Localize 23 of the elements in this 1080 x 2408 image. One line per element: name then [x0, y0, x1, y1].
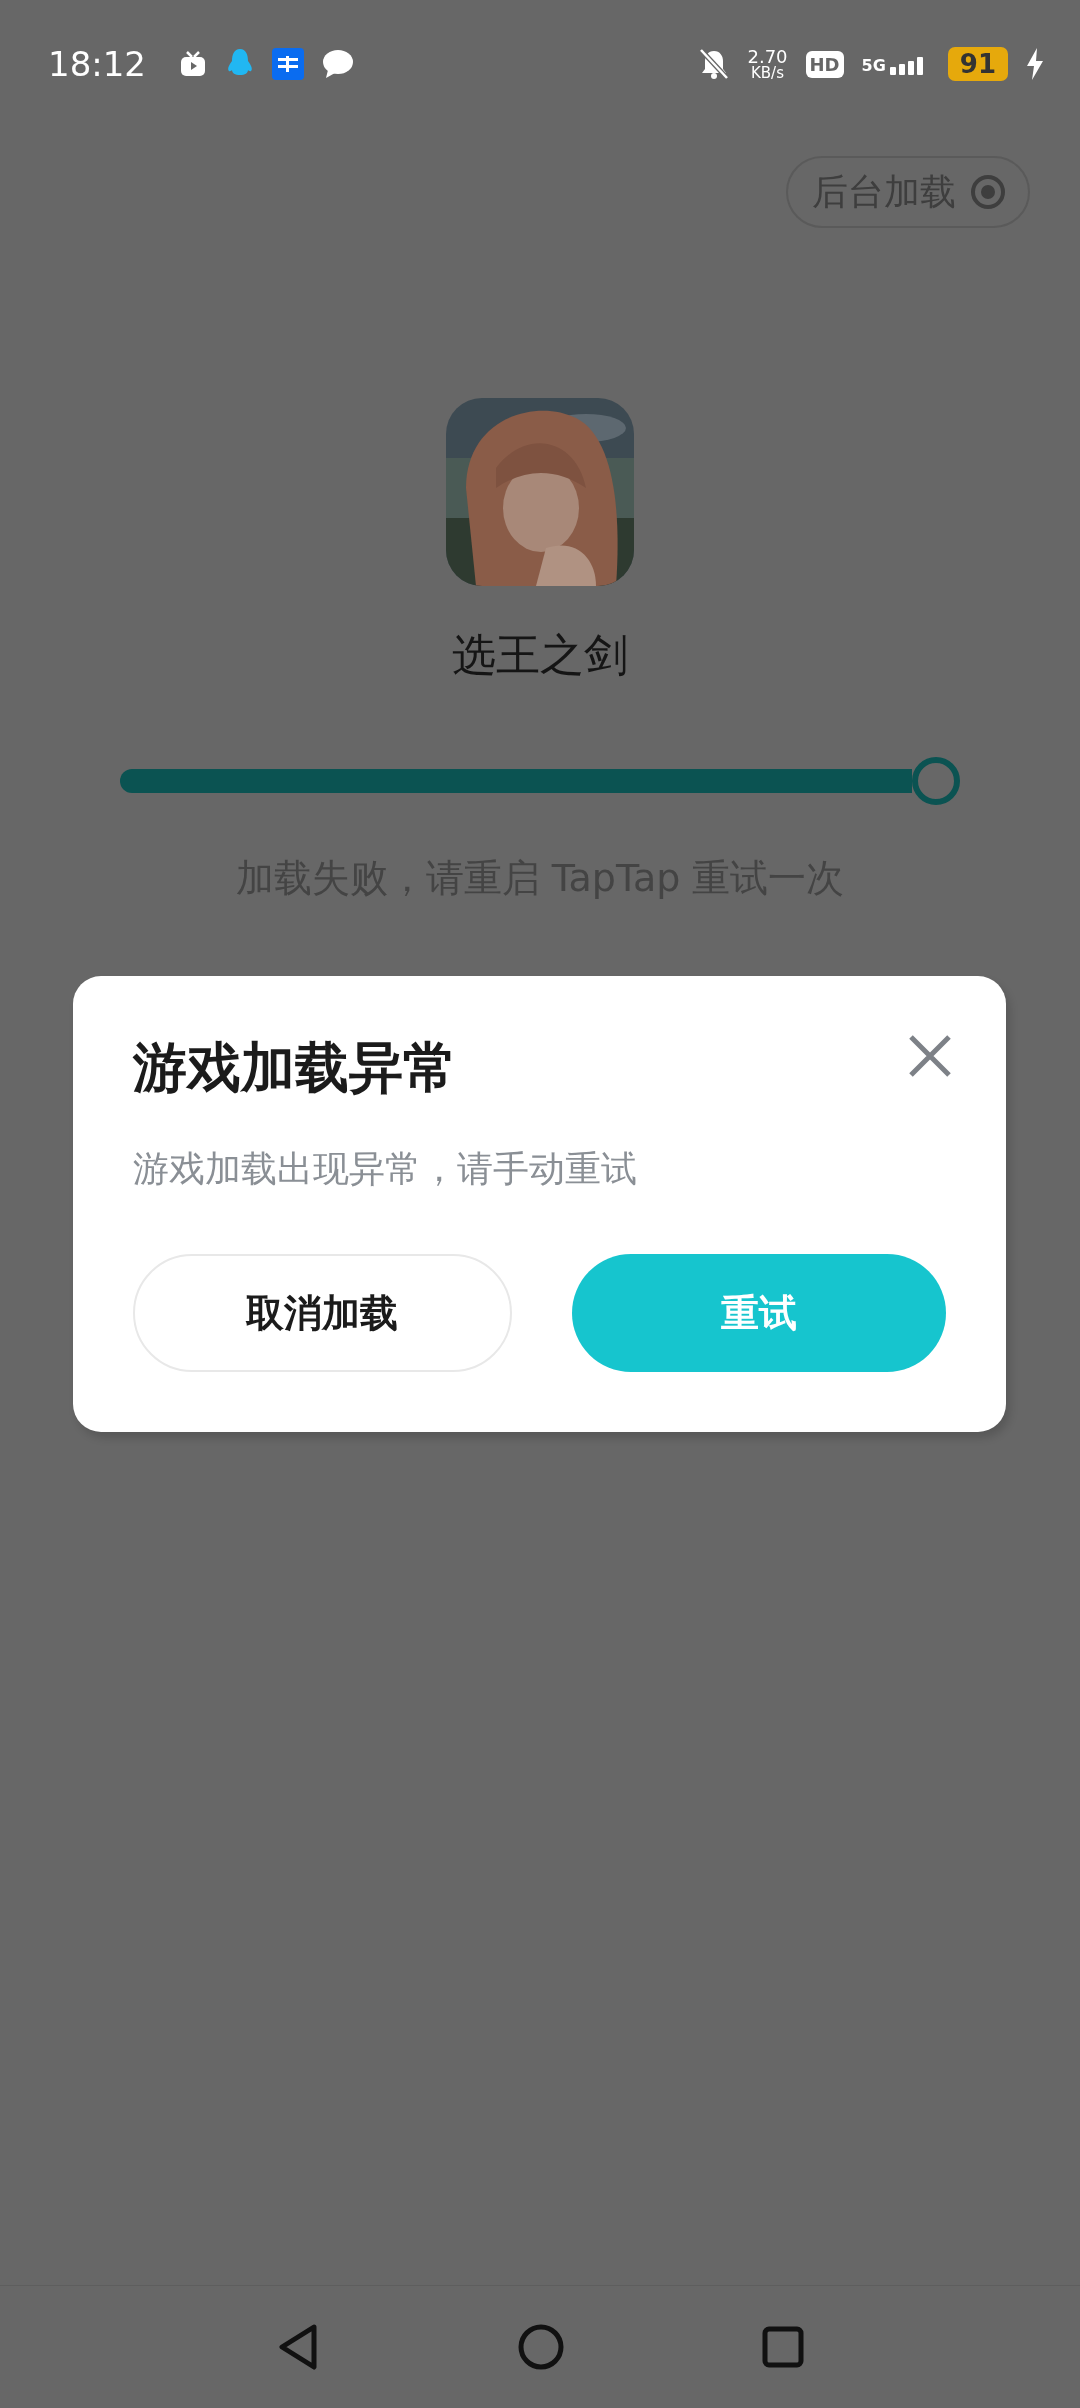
recents-button[interactable] — [762, 2326, 804, 2368]
back-icon — [276, 2323, 320, 2371]
retry-button[interactable]: 重试 — [571, 1254, 946, 1372]
network-speed-unit: KB/s — [751, 65, 784, 81]
dialog-title: 游戏加载异常 — [133, 1035, 457, 1101]
home-icon — [518, 2324, 564, 2370]
target-icon — [970, 174, 1006, 210]
status-time: 18:12 — [48, 44, 146, 84]
bell-muted-icon — [699, 48, 730, 80]
cancel-button[interactable]: 取消加载 — [133, 1254, 512, 1372]
dialog-message: 游戏加载出现异常，请手动重试 — [133, 1147, 638, 1191]
battery-level: 91 — [947, 47, 1008, 81]
back-button[interactable] — [276, 2323, 320, 2371]
home-button[interactable] — [518, 2324, 564, 2370]
progress-thumb — [912, 757, 960, 805]
app-icon — [272, 48, 304, 80]
tv-icon — [178, 49, 208, 79]
chat-bubble-icon — [322, 49, 354, 79]
game-title: 选王之剑 — [452, 628, 628, 682]
network-speed: 2.70 — [747, 47, 788, 66]
network-type: 5G — [861, 56, 886, 75]
hd-badge: HD — [805, 50, 844, 78]
recents-icon — [762, 2326, 804, 2368]
